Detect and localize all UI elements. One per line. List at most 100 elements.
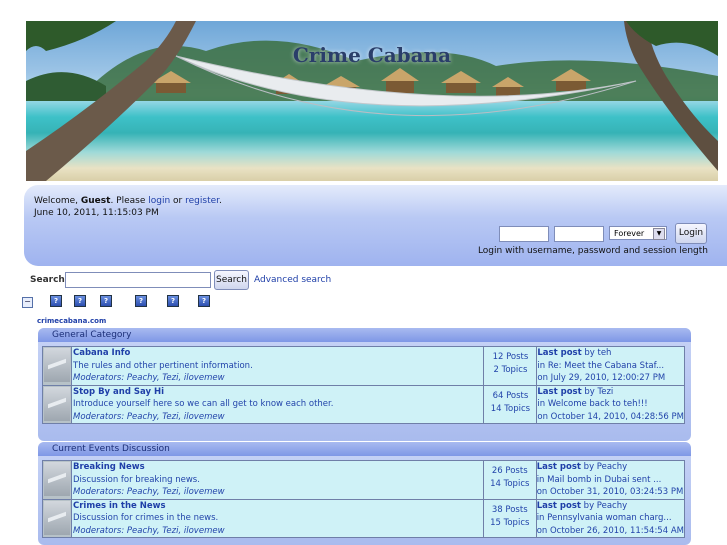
board-info: Cabana Info The rules and other pertinen… <box>70 346 485 386</box>
board-description: Discussion for crimes in the news. <box>73 513 219 523</box>
board-icon <box>44 386 70 421</box>
board-description: Introduce yourself here so we can all ge… <box>73 399 334 409</box>
user-bar: Welcome, Guest. Please login or register… <box>24 185 727 266</box>
board-icon <box>44 348 70 382</box>
table-row: Stop By and Say Hi Introduce yourself he… <box>42 384 685 424</box>
board-name-link[interactable]: Cabana Info <box>73 347 483 360</box>
last-post-author[interactable]: by Peachy <box>581 501 628 511</box>
table-row: Breaking News Discussion for breaking ne… <box>42 460 686 500</box>
category-general: General Category Cabana Info The rules a… <box>38 328 691 441</box>
last-post: Last post by Tezi in Welcome back to teh… <box>536 384 685 424</box>
toolbar-icons: ? ? ? ? ? ? <box>0 295 727 309</box>
board-moderators: Moderators: Peachy, Tezi, ilovemew <box>73 525 225 536</box>
header-banner: Crime Cabana <box>26 21 718 181</box>
site-title: Crime Cabana <box>292 43 452 67</box>
board-description: The rules and other pertinent informatio… <box>73 360 253 371</box>
chevron-down-icon: ▼ <box>653 228 665 240</box>
last-post-topic[interactable]: in Mail bomb in Dubai sent ... <box>537 475 661 485</box>
board-moderators: Moderators: Peachy, Tezi, ilovemew <box>73 373 225 383</box>
welcome-message: Welcome, Guest. Please login or register… <box>34 195 222 219</box>
board-stats: 64 Posts 14 Topics <box>483 384 538 424</box>
last-post-label: Last post <box>537 348 582 358</box>
last-post-date: on July 29, 2010, 12:00:27 PM <box>537 373 666 383</box>
please-text: . Please <box>110 196 149 206</box>
last-post-author[interactable]: by Peachy <box>581 462 628 472</box>
category-header[interactable]: General Category <box>38 328 691 342</box>
topic-count: 14 Topics <box>490 403 531 414</box>
username-input[interactable] <box>499 226 549 242</box>
welcome-prefix: Welcome, <box>34 196 81 206</box>
category-header[interactable]: Current Events Discussion <box>38 442 691 456</box>
board-icon-cell <box>42 346 72 386</box>
forum-home-link[interactable]: crimecabana.com <box>37 317 106 325</box>
help-icon[interactable]: ? <box>50 295 62 307</box>
table-row: Cabana Info The rules and other pertinen… <box>42 346 685 386</box>
help-icon[interactable]: ? <box>198 295 210 307</box>
guest-name: Guest <box>80 196 111 206</box>
search-button[interactable]: Search <box>214 270 249 290</box>
last-post-label: Last post <box>536 500 581 511</box>
last-post-date: on October 31, 2010, 03:24:53 PM <box>536 487 684 497</box>
last-post-label: Last post <box>536 462 581 472</box>
board-stats: 12 Posts 2 Topics <box>483 346 538 386</box>
category-title: Current Events Discussion <box>52 444 170 454</box>
board-stats: 38 Posts 15 Topics <box>482 498 537 538</box>
board-name-link[interactable]: Stop By and Say Hi <box>73 386 483 399</box>
board-table: Cabana Info The rules and other pertinen… <box>42 346 685 424</box>
search-input[interactable] <box>65 272 211 288</box>
period-text: . <box>219 196 222 206</box>
login-hint: Login with username, password and sessio… <box>477 246 708 256</box>
topic-count: 15 Topics <box>490 517 530 528</box>
board-info: Stop By and Say Hi Introduce yourself he… <box>70 384 485 424</box>
last-post: Last post by Peachy in Pennsylvania woma… <box>535 498 686 538</box>
session-length-value: Forever <box>614 229 645 238</box>
post-count: 26 Posts <box>491 466 528 476</box>
topic-count: 14 Topics <box>490 479 530 489</box>
help-icon[interactable]: ? <box>167 295 179 307</box>
help-icon[interactable]: ? <box>100 295 112 307</box>
board-moderators: Moderators: Peachy, Tezi, ilovemew <box>73 411 225 422</box>
last-post-label: Last post <box>537 386 582 397</box>
table-row: Crimes in the News Discussion for crimes… <box>42 498 686 538</box>
category-title: General Category <box>52 330 132 340</box>
last-post: Last post by Peachy in Mail bomb in Duba… <box>535 460 686 500</box>
search-label: Search: <box>30 275 69 285</box>
last-post-date: on October 26, 2010, 11:54:54 AM <box>536 525 684 536</box>
last-post-topic[interactable]: in Re: Meet the Cabana Staf... <box>538 361 664 371</box>
board-info: Crimes in the News Discussion for crimes… <box>71 498 484 538</box>
last-post-topic[interactable]: in Welcome back to teh!!! <box>538 399 648 409</box>
board-stats: 26 Posts 14 Topics <box>482 460 537 500</box>
login-button[interactable]: Login <box>675 223 707 244</box>
category-current-events: Current Events Discussion Breaking News … <box>38 442 691 545</box>
board-icon-cell <box>42 498 72 538</box>
post-count: 12 Posts <box>492 352 529 362</box>
password-input[interactable] <box>554 226 604 242</box>
last-post-date: on October 14, 2010, 04:28:56 PM <box>537 411 684 422</box>
login-link[interactable]: login <box>148 196 170 206</box>
board-name-link[interactable]: Crimes in the News <box>73 500 483 513</box>
last-post: Last post by teh in Re: Meet the Cabana … <box>536 346 685 386</box>
current-datetime: June 10, 2011, 11:15:03 PM <box>34 208 159 218</box>
board-description: Discussion for breaking news. <box>73 474 200 485</box>
search-bar: Search: Search Advanced search <box>30 270 430 290</box>
board-name-link[interactable]: Breaking News <box>73 461 483 474</box>
board-moderators: Moderators: Peachy, Tezi, ilovemew <box>73 487 225 497</box>
post-count: 64 Posts <box>492 390 529 401</box>
board-info: Breaking News Discussion for breaking ne… <box>71 460 484 500</box>
help-icon[interactable]: ? <box>135 295 147 307</box>
board-icon <box>44 500 70 535</box>
last-post-author[interactable]: by teh <box>582 348 611 358</box>
topic-count: 2 Topics <box>493 365 528 375</box>
register-link[interactable]: register <box>185 196 219 206</box>
or-text: or <box>170 196 186 206</box>
board-icon-cell <box>42 460 72 500</box>
session-length-select[interactable]: Forever ▼ <box>609 226 667 240</box>
help-icon[interactable]: ? <box>74 295 86 307</box>
last-post-topic[interactable]: in Pennsylvania woman charg... <box>537 513 671 523</box>
board-icon <box>44 462 70 496</box>
advanced-search-link[interactable]: Advanced search <box>254 275 331 285</box>
last-post-author[interactable]: by Tezi <box>582 387 613 397</box>
board-icon-cell <box>42 384 72 424</box>
board-table: Breaking News Discussion for breaking ne… <box>42 460 686 538</box>
post-count: 38 Posts <box>491 504 528 515</box>
